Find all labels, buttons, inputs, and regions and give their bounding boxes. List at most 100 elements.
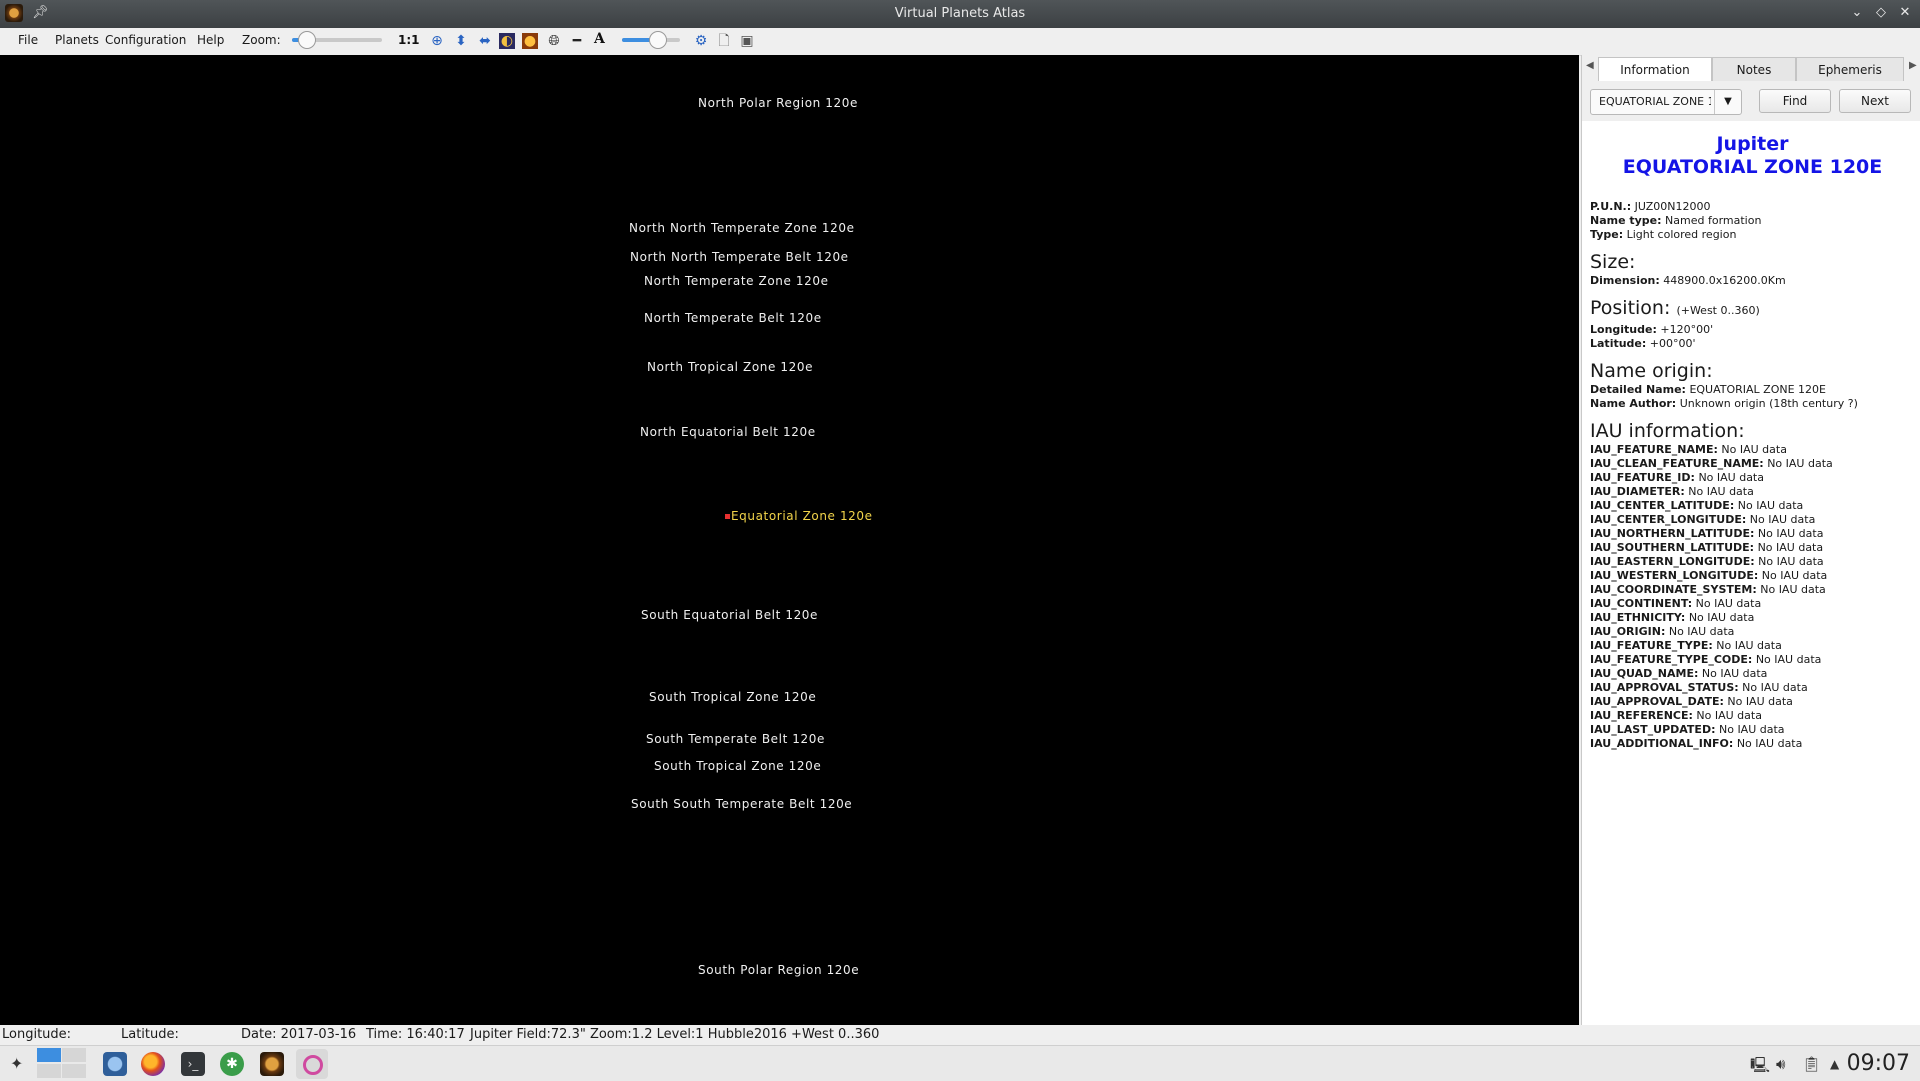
iau-row: IAU_CENTER_LATITUDE: No IAU data <box>1590 499 1915 513</box>
desktop-pager-2[interactable] <box>62 1048 86 1062</box>
longitude-row: Longitude: +120°00' <box>1590 323 1915 337</box>
iau-list: IAU_FEATURE_NAME: No IAU data IAU_CLEAN_F… <box>1590 443 1915 751</box>
fullscreen-icon[interactable]: ▣ <box>738 32 756 50</box>
iau-row: IAU_SOUTHERN_LATITUDE: No IAU data <box>1590 541 1915 555</box>
tab-scroll-left-icon[interactable]: ◀ <box>1586 60 1594 71</box>
iau-field-label: IAU_FEATURE_TYPE_CODE: <box>1590 653 1753 666</box>
one-to-one-button[interactable]: 1:1 <box>398 33 420 47</box>
gear-icon[interactable]: ⚙ <box>692 32 710 50</box>
taskbar: ✦ ›_ ✱ 🖳︎ 🔊︎ 📋︎ ▲ 09:07 <box>0 1045 1920 1081</box>
tab-information[interactable]: Information <box>1598 57 1712 82</box>
iau-field-value: No IAU data <box>1757 541 1824 554</box>
map-label-selected[interactable]: Equatorial Zone 120e <box>731 509 873 523</box>
desktop-pager-4[interactable] <box>62 1064 86 1078</box>
menu-planets[interactable]: Planets <box>55 33 99 47</box>
map-label[interactable]: South Equatorial Belt 120e <box>641 608 818 622</box>
flip-horizontal-icon[interactable]: ⬌ <box>476 32 494 50</box>
menu-bar: File Planets Configuration Help Zoom: 1:… <box>0 28 1920 56</box>
map-label[interactable]: North North Temperate Zone 120e <box>629 221 855 235</box>
map-view[interactable]: North Polar Region 120e North North Temp… <box>0 55 1579 1025</box>
globe-icon[interactable]: 🌐︎ <box>545 32 563 50</box>
virtual-planets-atlas-icon[interactable] <box>260 1052 284 1076</box>
feature-info: Jupiter EQUATORIAL ZONE 120E P.U.N.: JUZ… <box>1590 133 1915 751</box>
map-label[interactable]: North Tropical Zone 120e <box>647 360 813 374</box>
iau-field-value: No IAU data <box>1737 499 1804 512</box>
iau-row: IAU_WESTERN_LONGITUDE: No IAU data <box>1590 569 1915 583</box>
iau-heading: IAU information: <box>1590 420 1745 442</box>
globe-grid-icon[interactable]: ⊕ <box>428 32 446 50</box>
dimension-label: Dimension: <box>1590 274 1660 287</box>
map-label[interactable]: South Temperate Belt 120e <box>646 732 825 746</box>
iau-row: IAU_FEATURE_TYPE_CODE: No IAU data <box>1590 653 1915 667</box>
terminal-icon[interactable]: ›_ <box>181 1052 205 1076</box>
map-label[interactable]: South Polar Region 120e <box>698 963 859 977</box>
menu-file[interactable]: File <box>18 33 38 47</box>
pun-value: JUZ00N12000 <box>1634 200 1711 213</box>
iau-field-value: No IAU data <box>1760 583 1826 596</box>
volume-icon[interactable]: 🔊︎ <box>1776 1055 1785 1073</box>
tray-expand-icon[interactable]: ▲ <box>1830 1057 1839 1071</box>
chevron-down-icon[interactable]: ▼ <box>1714 90 1741 114</box>
minimize-icon[interactable]: ⌄ <box>1848 4 1866 22</box>
next-button[interactable]: Next <box>1839 89 1911 113</box>
map-label[interactable]: South South Temperate Belt 120e <box>631 797 852 811</box>
feature-search-combo[interactable]: EQUATORIAL ZONE 1 ▼ <box>1590 89 1742 115</box>
tab-ephemeris[interactable]: Ephemeris <box>1796 57 1904 81</box>
launcher-icon[interactable]: ✦ <box>10 1054 23 1073</box>
desktop-pager-1[interactable] <box>37 1048 61 1062</box>
iau-row: IAU_ADDITIONAL_INFO: No IAU data <box>1590 737 1915 751</box>
iau-field-value: No IAU data <box>1767 457 1833 470</box>
zoom-slider[interactable] <box>292 31 382 49</box>
labels-toggle-button[interactable]: A <box>594 31 605 47</box>
ruler-icon[interactable]: ━ <box>568 32 586 50</box>
brightness-slider[interactable] <box>622 31 680 49</box>
map-label[interactable]: South Tropical Zone 120e <box>649 690 816 704</box>
iau-field-label: IAU_COORDINATE_SYSTEM: <box>1590 583 1757 596</box>
iau-row: IAU_QUAD_NAME: No IAU data <box>1590 667 1915 681</box>
menu-help[interactable]: Help <box>197 33 224 47</box>
maximize-icon[interactable]: ◇ <box>1872 4 1890 22</box>
longitude-label: Longitude: <box>1590 323 1657 336</box>
software-center-icon[interactable]: ✱ <box>220 1052 244 1076</box>
tab-notes[interactable]: Notes <box>1712 57 1796 81</box>
flip-vertical-icon[interactable]: ⬍ <box>452 32 470 50</box>
document-icon[interactable]: 🗋 <box>715 32 733 50</box>
iau-row: IAU_FEATURE_ID: No IAU data <box>1590 471 1915 485</box>
status-bar: Longitude: Latitude: Date: 2017-03-16 Ti… <box>0 1025 1920 1045</box>
iau-field-label: IAU_WESTERN_LONGITUDE: <box>1590 569 1759 582</box>
tab-scroll-right-icon[interactable]: ▶ <box>1909 60 1917 71</box>
file-manager-icon[interactable] <box>103 1052 127 1076</box>
clipboard-icon[interactable]: 📋︎ <box>1802 1055 1821 1073</box>
map-label[interactable]: South Tropical Zone 120e <box>654 759 821 773</box>
brightness-slider-knob[interactable] <box>648 31 667 49</box>
iau-row: IAU_CONTINENT: No IAU data <box>1590 597 1915 611</box>
find-button[interactable]: Find <box>1759 89 1831 113</box>
map-label[interactable]: North Equatorial Belt 120e <box>640 425 816 439</box>
iau-field-label: IAU_FEATURE_ID: <box>1590 471 1695 484</box>
map-label[interactable]: North Temperate Zone 120e <box>644 274 829 288</box>
map-label[interactable]: North North Temperate Belt 120e <box>630 250 849 264</box>
iau-field-value: No IAU data <box>1696 709 1762 722</box>
iau-field-label: IAU_ORIGIN: <box>1590 625 1666 638</box>
iau-field-label: IAU_DIAMETER: <box>1590 485 1685 498</box>
planet-name: Jupiter <box>1716 133 1789 155</box>
iau-field-label: IAU_APPROVAL_STATUS: <box>1590 681 1739 694</box>
iau-row: IAU_ORIGIN: No IAU data <box>1590 625 1915 639</box>
menu-configuration[interactable]: Configuration <box>105 33 186 47</box>
desktop-pager-3[interactable] <box>37 1064 61 1078</box>
planet-texture-icon[interactable]: ◐ <box>499 33 515 49</box>
close-icon[interactable]: ✕ <box>1896 4 1914 22</box>
iau-field-value: No IAU data <box>1727 695 1793 708</box>
active-task-highlight[interactable] <box>296 1049 328 1079</box>
status-longitude: Longitude: <box>2 1027 72 1042</box>
map-label[interactable]: North Temperate Belt 120e <box>644 311 822 325</box>
feature-search-value[interactable]: EQUATORIAL ZONE 1 <box>1599 95 1711 108</box>
network-icon[interactable]: 🖳︎ <box>1750 1055 1770 1080</box>
status-date: Date: 2017-03-16 <box>241 1027 357 1042</box>
dimension-value: 448900.0x16200.0Km <box>1663 274 1786 287</box>
zoom-slider-knob[interactable] <box>297 31 316 49</box>
firefox-icon[interactable] <box>141 1052 165 1076</box>
map-label[interactable]: North Polar Region 120e <box>698 96 858 110</box>
position-note: (+West 0..360) <box>1676 304 1760 317</box>
planet-photo-icon[interactable]: ● <box>522 33 538 49</box>
